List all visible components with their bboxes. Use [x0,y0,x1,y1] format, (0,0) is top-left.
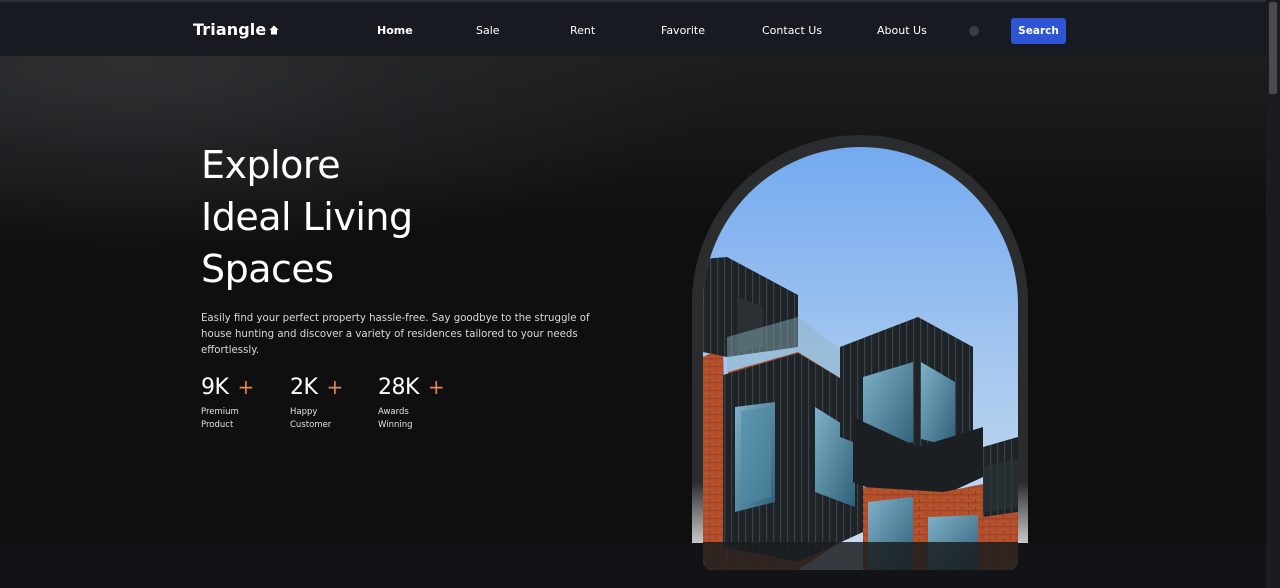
stat-happy-customer: 2K + Happy Customer [290,375,343,431]
nav-sale[interactable]: Sale [476,24,500,37]
nav-about-us[interactable]: About Us [877,24,927,37]
hero-title-line: Ideal Living [201,195,413,239]
stat-value: 28K [378,375,419,400]
nav-contact-us[interactable]: Contact Us [762,24,822,37]
stat-label-line: Awards [378,407,409,417]
search-button[interactable]: Search [1011,18,1066,44]
stat-label-line: Premium [201,407,239,417]
hero-title: Explore Ideal Living Spaces [201,139,413,295]
hero-section [0,56,1266,543]
stat-label-line: Customer [290,419,332,430]
hero-title-line: Spaces [201,247,334,291]
nav-home[interactable]: Home [377,24,413,37]
hero-description: Easily find your perfect property hassle… [201,313,590,356]
hero-title-line: Explore [201,143,341,187]
stat-label-line: Winning [378,419,413,430]
theme-toggle-icon[interactable] [969,26,979,36]
nav-rent[interactable]: Rent [570,24,595,37]
next-section-bg [0,543,1266,588]
stat-label: Happy Customer [290,406,343,431]
house-icon [269,25,279,34]
stat-label: Premium Product [201,406,254,431]
stat-plus: + [427,375,445,399]
stat-plus: + [326,375,343,399]
nav-favorite[interactable]: Favorite [661,24,705,37]
stat-label-line: Product [201,419,234,430]
building-photo [703,147,1018,570]
stat-plus: + [237,375,254,399]
stat-label: Awards Winning [378,406,444,431]
stat-value: 9K [201,375,229,400]
brand-logo[interactable]: Triangle [193,20,279,39]
page-scrollbar[interactable] [1266,0,1280,588]
scrollbar-thumb[interactable] [1269,2,1277,94]
navbar: Triangle Home Sale Rent Favorite Contact… [0,0,1266,56]
stat-premium-product: 9K + Premium Product [201,375,254,431]
brand-name: Triangle [193,20,267,39]
stat-value: 2K [290,375,318,400]
stat-label-line: Happy [290,407,318,417]
stat-awards-winning: 28K + Awards Winning [378,375,445,431]
